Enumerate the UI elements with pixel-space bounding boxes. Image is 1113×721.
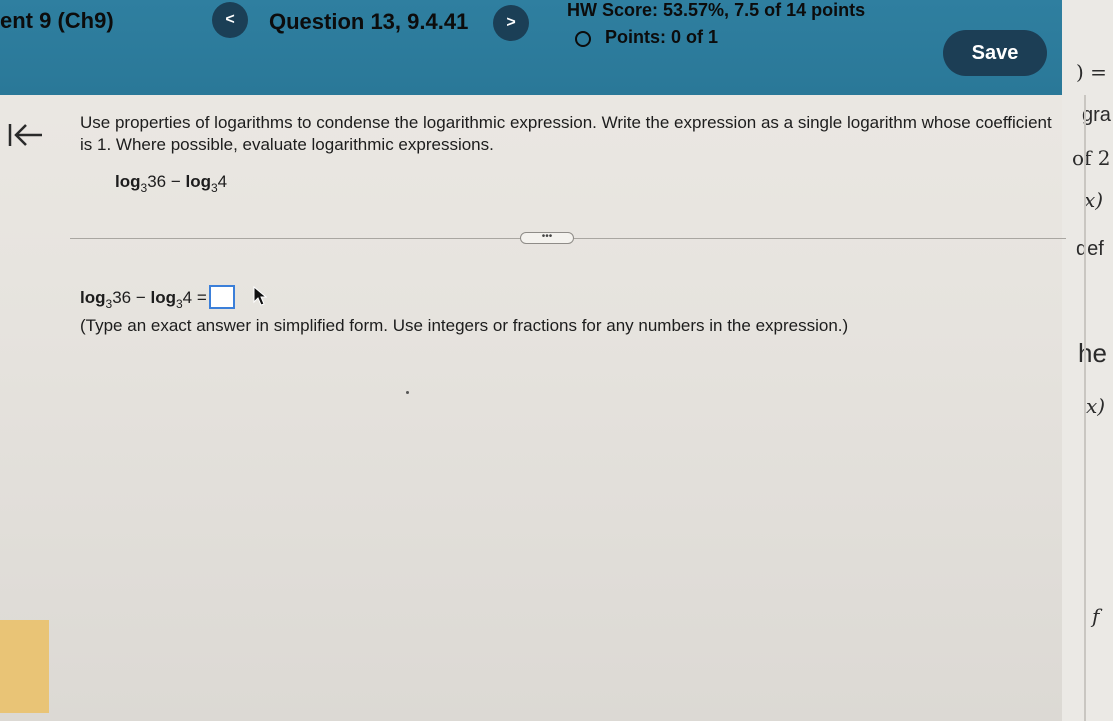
log-base: 3 [210, 181, 218, 195]
minus-sign: − [166, 172, 186, 191]
question-title: Question 13, 9.4.41 [269, 9, 469, 34]
assignment-title: ent 9 (Ch9) [0, 8, 114, 33]
page: ent 9 (Ch9) < Question 13, 9.4.41 > HW S… [0, 0, 1113, 721]
question-instructions: Use properties of logarithms to condense… [80, 113, 1052, 154]
answer-hint: (Type an exact answer in simplified form… [80, 316, 849, 335]
side-fragment: x) [1086, 394, 1106, 418]
answer-input-box[interactable] [208, 285, 235, 309]
side-fragment: of 2 [1072, 146, 1111, 170]
answer-expression: log336 − log34 = [80, 285, 235, 311]
side-fragment: f [1092, 604, 1100, 628]
points-status: Points: 0 of 1 [575, 27, 718, 48]
log-argument: 4 [182, 288, 193, 307]
minus-sign: − [131, 288, 151, 307]
log-term: log [80, 288, 106, 307]
points-text: Points: 0 of 1 [605, 27, 719, 47]
side-panel-partial: ) = gra of 2 x) def he x) f [1062, 0, 1113, 721]
log-argument: 36 [147, 172, 167, 191]
log-argument: 4 [217, 172, 228, 191]
stray-dot [406, 391, 409, 394]
left-edge-highlight [0, 620, 49, 713]
content-border [1084, 95, 1086, 721]
side-fragment: gra [1082, 104, 1111, 126]
side-fragment: ) = [1076, 60, 1107, 84]
log-term: log [115, 172, 141, 191]
next-question-button[interactable]: > [493, 5, 529, 41]
log-argument: 36 [112, 288, 132, 307]
side-fragment: x) [1084, 188, 1104, 212]
collapse-arrow-icon[interactable] [4, 120, 44, 150]
equals-sign: = [192, 288, 207, 307]
log-term: log [150, 288, 176, 307]
previous-question-button[interactable]: < [212, 2, 248, 38]
save-button[interactable]: Save [943, 30, 1047, 76]
log-term: log [185, 172, 211, 191]
log-base: 3 [175, 297, 183, 311]
header-bar: ent 9 (Ch9) < Question 13, 9.4.41 > HW S… [0, 0, 1062, 95]
progress-circle-icon [575, 31, 591, 47]
chevron-left-icon: < [225, 11, 235, 28]
chevron-right-icon: > [506, 14, 516, 31]
expand-more-button[interactable]: ••• [520, 232, 574, 244]
given-expression: log336 − log34 [115, 172, 227, 195]
hw-score: HW Score: 53.57%, 7.5 of 14 points [567, 0, 866, 20]
mouse-pointer-icon [253, 286, 267, 306]
side-fragment: def [1076, 238, 1104, 260]
side-fragment: he [1078, 338, 1107, 368]
